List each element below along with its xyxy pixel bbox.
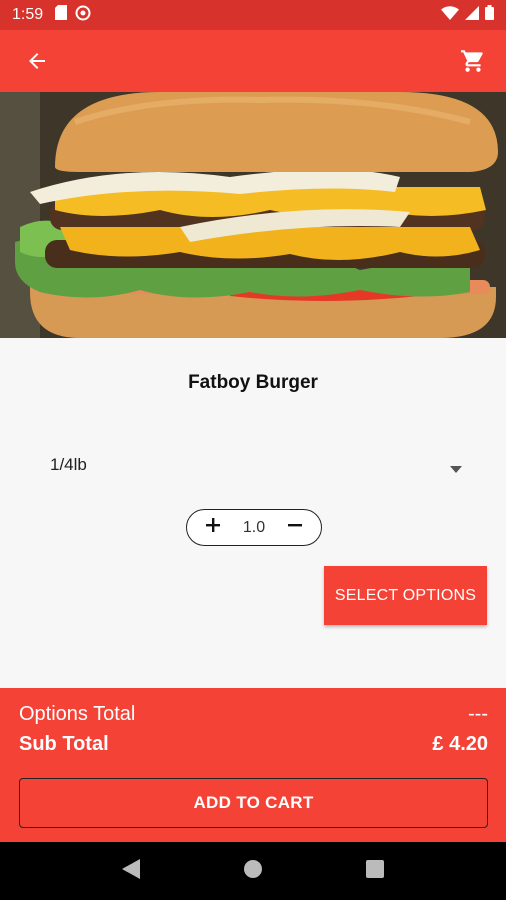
nav-recents-icon[interactable] bbox=[366, 859, 385, 883]
product-image bbox=[0, 92, 506, 338]
back-arrow-icon[interactable] bbox=[22, 46, 52, 76]
size-dropdown-value: 1/4lb bbox=[50, 455, 87, 474]
options-total-value: --- bbox=[468, 703, 488, 725]
subtotal-value: £ 4.20 bbox=[432, 733, 488, 755]
options-total-label: Options Total bbox=[19, 703, 136, 725]
quantity-value: 1.0 bbox=[242, 518, 266, 536]
status-bar: 1:59 bbox=[0, 0, 506, 30]
subtotal-label: Sub Total bbox=[19, 733, 109, 755]
cart-icon[interactable] bbox=[458, 46, 488, 76]
signal-icon bbox=[465, 5, 479, 25]
size-dropdown[interactable]: 1/4lb bbox=[50, 448, 470, 482]
status-time: 1:59 bbox=[12, 6, 44, 23]
select-options-button[interactable]: SELECT OPTIONS bbox=[324, 566, 487, 625]
sim-card-icon bbox=[55, 5, 68, 25]
product-name: Fatboy Burger bbox=[188, 372, 318, 393]
totals-panel: Options Total --- Sub Total £ 4.20 ADD T… bbox=[0, 688, 506, 842]
sync-icon bbox=[75, 5, 91, 26]
minus-icon[interactable] bbox=[287, 517, 303, 538]
wifi-icon bbox=[441, 5, 459, 25]
subtotal-row: Sub Total £ 4.20 bbox=[19, 733, 488, 756]
nav-home-icon[interactable] bbox=[243, 859, 263, 884]
add-to-cart-button[interactable]: ADD TO CART bbox=[19, 778, 488, 828]
navigation-bar bbox=[0, 842, 506, 900]
quantity-stepper: 1.0 bbox=[186, 509, 322, 546]
options-total-row: Options Total --- bbox=[19, 703, 488, 726]
battery-icon bbox=[485, 5, 494, 25]
nav-back-icon[interactable] bbox=[121, 858, 140, 884]
dropdown-caret-icon bbox=[450, 460, 462, 478]
plus-icon[interactable] bbox=[205, 517, 221, 538]
app-bar bbox=[0, 30, 506, 92]
